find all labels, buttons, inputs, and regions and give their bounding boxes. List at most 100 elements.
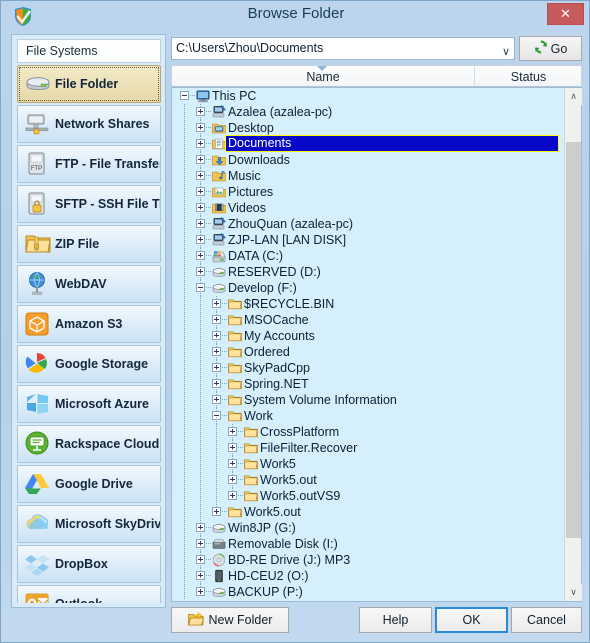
- tree-expander-minus-icon[interactable]: [180, 91, 189, 100]
- tree-item-label: Desktop: [228, 120, 274, 136]
- tree-item[interactable]: Work5.outVS9: [172, 488, 562, 504]
- tree-item[interactable]: Pictures: [172, 184, 562, 200]
- sidebar-item-label: FTP - File Transfer P: [55, 157, 160, 171]
- help-button[interactable]: Help: [359, 607, 432, 633]
- hdd-icon: [212, 281, 226, 295]
- sidebar-item-webdav[interactable]: WebDAV: [17, 265, 161, 303]
- tree-item[interactable]: ZhouQuan (azalea-pc): [172, 216, 562, 232]
- tree-connector: [216, 401, 217, 408]
- tree-item-selection[interactable]: Documents: [226, 136, 558, 151]
- sidebar-item-ftp-file-transfer-p[interactable]: FTP FTP - File Transfer P: [17, 145, 161, 183]
- tree-item[interactable]: System Volume Information: [172, 392, 562, 408]
- sidebar-item-label: File Folder: [55, 77, 118, 91]
- tree-item[interactable]: Music: [172, 168, 562, 184]
- folder-icon: [228, 505, 242, 519]
- tree-item[interactable]: Azalea (azalea-pc): [172, 104, 562, 120]
- tree-item[interactable]: Work5: [172, 456, 562, 472]
- tree-item[interactable]: ZJP-LAN [LAN DISK]: [172, 232, 562, 248]
- tree-connector: [216, 424, 217, 440]
- tree-item-label: SkyPadCpp: [244, 360, 310, 376]
- column-header-status-label: Status: [511, 70, 546, 84]
- sidebar-item-zip-file[interactable]: ZIP File: [17, 225, 161, 263]
- tree-item[interactable]: Develop (F:): [172, 280, 562, 296]
- scroll-down-icon[interactable]: ∨: [565, 584, 582, 601]
- sidebar-item-label: Network Shares: [55, 117, 149, 131]
- sidebar-item-network-shares[interactable]: Network Shares: [17, 105, 161, 143]
- tree-item[interactable]: Work5.out: [172, 504, 562, 520]
- tree-connector: [200, 225, 201, 232]
- tree-connector: [200, 392, 201, 408]
- sidebar-item-sftp-ssh-file-tran[interactable]: SFTP - SSH File Tran: [17, 185, 161, 223]
- tree-item[interactable]: Work5.out: [172, 472, 562, 488]
- tree-item[interactable]: Removable Disk (I:): [172, 536, 562, 552]
- sidebar-item-file-folder[interactable]: File Folder: [17, 65, 161, 103]
- tree-connector: [200, 488, 201, 504]
- zip-folder-icon: [21, 229, 55, 259]
- tree-item[interactable]: RESERVED (D:): [172, 264, 562, 280]
- tree-connector: [184, 488, 185, 504]
- column-header-name[interactable]: Name: [172, 66, 475, 86]
- tree-connector: [184, 280, 185, 296]
- tree-item[interactable]: HD-CEU2 (O:): [172, 568, 562, 584]
- tree-item[interactable]: BACKUP (P:): [172, 584, 562, 600]
- tree-connector: [200, 328, 201, 344]
- tree-item[interactable]: Ordered: [172, 344, 562, 360]
- tree-expander-plus-icon[interactable]: [196, 587, 205, 596]
- tree-connector: [184, 184, 185, 200]
- tree-expander-plus-icon[interactable]: [228, 491, 237, 500]
- tree-item[interactable]: This PC: [172, 88, 562, 104]
- column-header-bar: Name Status: [171, 65, 582, 87]
- tree-item[interactable]: Documents: [172, 136, 562, 152]
- tree-connector: [232, 433, 233, 440]
- scrollbar-thumb[interactable]: [566, 142, 581, 538]
- cancel-button[interactable]: Cancel: [511, 607, 582, 633]
- tree-connector: [184, 472, 185, 488]
- tree-item[interactable]: Desktop: [172, 120, 562, 136]
- tree-item[interactable]: CrossPlatform: [172, 424, 562, 440]
- tree-item[interactable]: My Accounts: [172, 328, 562, 344]
- scroll-up-icon[interactable]: ∧: [565, 88, 582, 105]
- sidebar-item-outlook[interactable]: Outlook: [17, 585, 161, 603]
- tree-connector: [184, 520, 185, 536]
- column-header-status[interactable]: Status: [476, 66, 581, 86]
- folder-icon: [228, 345, 242, 359]
- tree-connector: [200, 296, 201, 312]
- sidebar-item-microsoft-skydrive[interactable]: Microsoft SkyDrive: [17, 505, 161, 543]
- tree-item-label: RESERVED (D:): [228, 264, 321, 280]
- tree-item[interactable]: $RECYCLE.BIN: [172, 296, 562, 312]
- new-folder-button[interactable]: New Folder: [171, 607, 289, 633]
- tree-item[interactable]: Spring.NET: [172, 376, 562, 392]
- ok-button[interactable]: OK: [435, 607, 508, 633]
- documents-icon: [212, 137, 226, 151]
- tree-connector: [200, 529, 201, 536]
- folder-tree-view[interactable]: This PC Azalea (azalea-pc) Desktop Document…: [171, 87, 582, 602]
- tree-item[interactable]: DATA (C:): [172, 248, 562, 264]
- tree-item[interactable]: Work: [172, 408, 562, 424]
- sidebar-item-amazon-s3[interactable]: Amazon S3: [17, 305, 161, 343]
- sidebar-item-google-drive[interactable]: Google Drive: [17, 465, 161, 503]
- tree-item[interactable]: Downloads: [172, 152, 562, 168]
- chevron-down-icon[interactable]: ∨: [502, 42, 510, 63]
- tree-expander-plus-icon[interactable]: [212, 507, 221, 516]
- sidebar-item-label: Rackspace Cloud Fil: [55, 437, 160, 451]
- tree-vertical-scrollbar[interactable]: ∧ ∨: [564, 88, 581, 601]
- sidebar-item-microsoft-azure[interactable]: Microsoft Azure: [17, 385, 161, 423]
- tree-item[interactable]: Videos: [172, 200, 562, 216]
- path-input[interactable]: C:\Users\Zhou\Documents ∨: [171, 37, 515, 60]
- tree-item[interactable]: MSOCache: [172, 312, 562, 328]
- sidebar-item-label: ZIP File: [55, 237, 99, 251]
- tree-item[interactable]: BD-RE Drive (J:) MP3: [172, 552, 562, 568]
- tree-item[interactable]: SkyPadCpp: [172, 360, 562, 376]
- close-button[interactable]: ✕: [547, 3, 584, 25]
- sidebar-item-dropbox[interactable]: DropBox: [17, 545, 161, 583]
- sidebar-item-rackspace-cloud-fil[interactable]: Rackspace Cloud Fil: [17, 425, 161, 463]
- tree-item[interactable]: Win8JP (G:): [172, 520, 562, 536]
- tree-item-label: DATA (C:): [228, 248, 283, 264]
- tree-connector: [184, 360, 185, 376]
- tree-connector: [184, 328, 185, 344]
- tree-item[interactable]: FileFilter.Recover: [172, 440, 562, 456]
- hdd-icon: [212, 265, 226, 279]
- sidebar-item-google-storage[interactable]: Google Storage: [17, 345, 161, 383]
- go-button[interactable]: Go: [519, 36, 582, 61]
- tree-item-label: MSOCache: [244, 312, 309, 328]
